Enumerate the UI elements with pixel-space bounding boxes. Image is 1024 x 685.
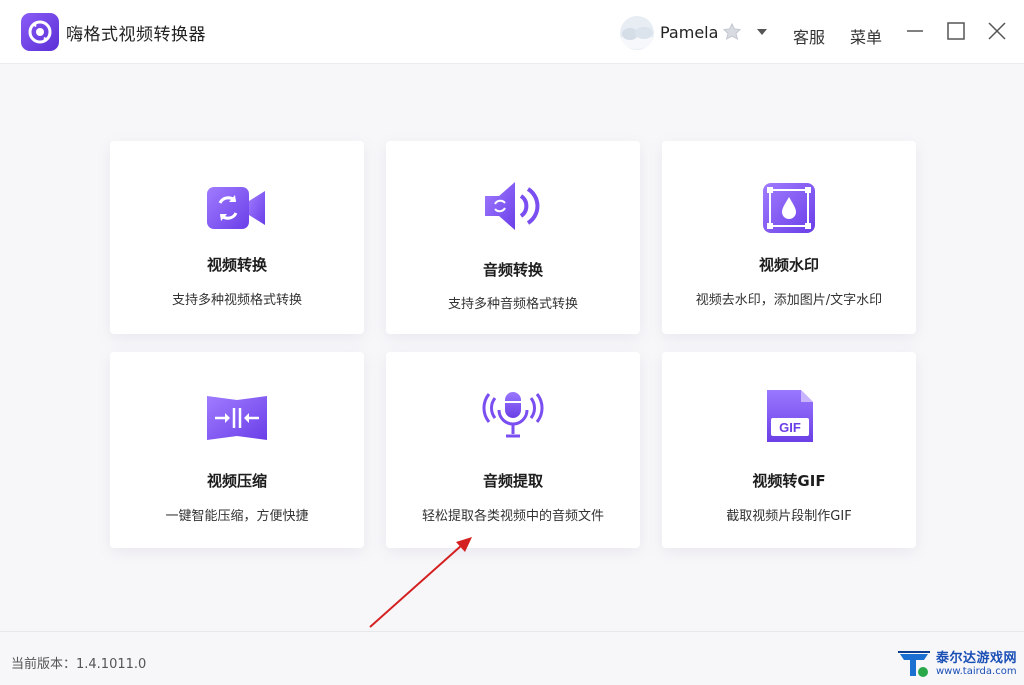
card-video-gif[interactable]: GIF 视频转GIF 截取视频片段制作GIF [662, 352, 916, 548]
card-audio-extract[interactable]: 音频提取 轻松提取各类视频中的音频文件 [386, 352, 640, 548]
card-description: 视频去水印，添加图片/文字水印 [695, 293, 883, 308]
card-video-watermark[interactable]: 视频水印 视频去水印，添加图片/文字水印 [662, 141, 916, 334]
version-label: 当前版本：1.4.1011.0 [11, 657, 147, 672]
audio-convert-icon [485, 182, 540, 230]
card-title: 视频转GIF [752, 472, 826, 490]
watermark-url: www.tairda.com [936, 666, 1017, 677]
card-title: 音频提取 [482, 472, 543, 490]
card-title: 视频压缩 [206, 472, 267, 490]
compress-icon [207, 396, 267, 440]
card-description: 一键智能压缩，方便快捷 [165, 509, 309, 524]
video-convert-icon [207, 187, 265, 229]
minimize-icon[interactable] [904, 20, 926, 42]
vip-badge-icon [722, 23, 742, 41]
chevron-down-icon[interactable] [756, 26, 768, 38]
app-logo-icon [21, 13, 59, 51]
footer-divider [0, 631, 1024, 632]
card-audio-convert[interactable]: 音频转换 支持多种音频格式转换 [386, 141, 640, 334]
card-description: 支持多种视频格式转换 [171, 293, 302, 308]
user-name[interactable]: Pamela [660, 23, 718, 42]
customer-service-button[interactable]: 客服 [793, 24, 825, 48]
menu-button[interactable]: 菜单 [850, 24, 882, 48]
card-description: 轻松提取各类视频中的音频文件 [421, 509, 604, 524]
card-description: 截取视频片段制作GIF [726, 509, 852, 524]
title-bar: 嗨格式视频转换器 Pamela 客服 菜单 [0, 0, 1024, 64]
close-icon[interactable] [986, 20, 1008, 42]
card-video-convert[interactable]: 视频转换 支持多种视频格式转换 [110, 141, 364, 334]
watermark-logo-icon [898, 651, 930, 677]
maximize-icon[interactable] [945, 20, 967, 42]
app-title: 嗨格式视频转换器 [66, 25, 206, 45]
watermark-name: 泰尔达游戏网 [936, 651, 1018, 666]
site-watermark: 泰尔达游戏网 www.tairda.com [896, 646, 1020, 682]
microphone-icon [482, 392, 544, 438]
avatar[interactable] [620, 16, 654, 50]
card-title: 音频转换 [482, 261, 543, 279]
card-title: 视频水印 [758, 256, 819, 274]
gif-icon-label: GIF [779, 420, 801, 435]
card-video-compress[interactable]: 视频压缩 一键智能压缩，方便快捷 [110, 352, 364, 548]
watermark-icon [763, 183, 815, 233]
card-title: 视频转换 [206, 256, 267, 274]
annotation-arrow [369, 537, 472, 628]
gif-file-icon: GIF [767, 390, 813, 442]
card-description: 支持多种音频格式转换 [447, 297, 578, 312]
